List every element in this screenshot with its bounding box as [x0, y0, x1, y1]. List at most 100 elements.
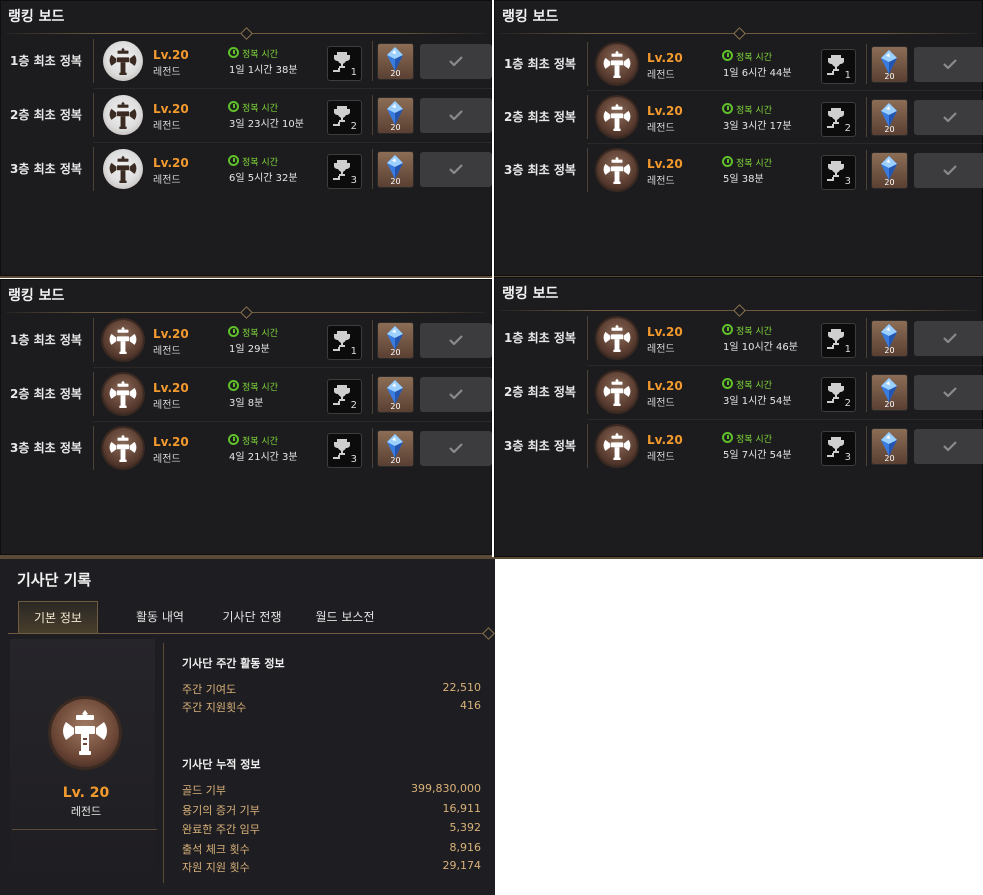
- guild-level: Lv.20: [153, 381, 189, 395]
- conquest-time-label: 정복 시간: [736, 381, 772, 391]
- tab-world-boss[interactable]: 월드 보스전: [305, 601, 385, 633]
- divider: [6, 27, 486, 40]
- ranking-row: 1층 최초 정복 Lv.20 레전드 정복 시간 1일 6시간 44분 1 20: [494, 42, 983, 86]
- clock-icon: [722, 378, 733, 389]
- guild-grade: 레전드: [153, 400, 181, 411]
- clock-icon: [228, 326, 239, 337]
- conquest-time: 5일 7시간 54분: [723, 450, 792, 461]
- guild-grade: 레전드: [153, 454, 181, 465]
- claim-check-button[interactable]: [914, 47, 983, 82]
- rank-number: 1: [350, 67, 357, 78]
- clock-icon: [228, 155, 239, 166]
- guild-emblem-icon: [51, 699, 119, 767]
- guild-level: Lv.20: [647, 157, 683, 171]
- claim-check-button[interactable]: [914, 321, 983, 356]
- clock-icon: [722, 50, 733, 61]
- claim-check-button[interactable]: [420, 431, 492, 466]
- claim-check-button[interactable]: [914, 429, 983, 464]
- conquest-time: 3일 1시간 54분: [723, 396, 792, 407]
- guild-emblem-icon: [103, 428, 143, 468]
- tab-basic-info[interactable]: 기본 정보: [18, 601, 98, 633]
- claim-check-button[interactable]: [914, 375, 983, 410]
- trophy-stairs-icon: 2: [327, 100, 362, 135]
- conquest-time-label: 정복 시간: [242, 50, 278, 60]
- trophy-stairs-icon: 3: [327, 154, 362, 189]
- rank-number: 3: [844, 452, 851, 463]
- clock-icon: [722, 324, 733, 335]
- conquest-time: 5일 38분: [723, 174, 764, 185]
- blue-crystal-icon[interactable]: 20: [378, 152, 413, 187]
- stat-value: 399,830,000: [411, 782, 481, 795]
- divider: [500, 27, 977, 40]
- claim-check-button[interactable]: [420, 152, 492, 187]
- claim-check-button[interactable]: [914, 100, 983, 135]
- guild-grade: 레전드: [153, 121, 181, 132]
- ranking-row: 2층 최초 정복 Lv.20 레전드 정복 시간 3일 3시간 17분 2 20: [494, 95, 983, 139]
- weekly-activity-title: 기사단 주간 활동 정보: [182, 657, 285, 670]
- guild-grade: 레전드: [647, 398, 675, 409]
- claim-check-button[interactable]: [914, 153, 983, 188]
- tab-activity-history[interactable]: 활동 내역: [120, 601, 200, 633]
- guild-grade: 레전드: [647, 123, 675, 134]
- conquest-time: 1일 10시간 46분: [723, 342, 798, 353]
- stat-label: 출석 체크 횟수: [182, 843, 250, 856]
- guild-emblem-icon: [103, 320, 143, 360]
- guild-emblem-icon: [103, 95, 143, 135]
- ranking-row: 2층 최초 정복 Lv.20 레전드 정복 시간 3일 1시간 54분 2 20: [494, 370, 983, 414]
- panel-title: 랭킹 보드: [8, 288, 65, 304]
- blue-crystal-icon[interactable]: 20: [872, 429, 907, 464]
- guild-level: Lv.20: [647, 104, 683, 118]
- ranking-board-panel-2: 랭킹 보드 1층 최초 정복 Lv.20 레전드 정복 시간 1일 6시간 44분 1 20…: [494, 0, 983, 278]
- trophy-stairs-icon: 1: [327, 325, 362, 360]
- guild-level: Lv.20: [153, 48, 189, 62]
- claim-check-button[interactable]: [420, 323, 492, 358]
- panel-title: 랭킹 보드: [502, 286, 559, 302]
- blue-crystal-icon[interactable]: 20: [378, 44, 413, 79]
- ranking-row: 3층 최초 정복 Lv.20 레전드 정복 시간 5일 7시간 54분 3 20: [494, 424, 983, 468]
- blue-crystal-icon[interactable]: 20: [872, 375, 907, 410]
- conquest-time-label: 정복 시간: [736, 327, 772, 337]
- guild-level: Lv.20: [153, 327, 189, 341]
- stat-label: 주간 기여도: [182, 683, 237, 696]
- blue-crystal-icon[interactable]: 20: [378, 377, 413, 412]
- stat-value: 22,510: [442, 681, 482, 694]
- ranking-row: 3층 최초 정복 Lv.20 레전드 정복 시간 5일 38분 3 20: [494, 148, 983, 192]
- stat-label: 자원 지원 횟수: [182, 861, 250, 874]
- blue-crystal-icon[interactable]: 20: [872, 153, 907, 188]
- conquest-time-label: 정복 시간: [736, 159, 772, 169]
- conquest-time-label: 정복 시간: [736, 106, 772, 116]
- floor-label: 2층 최초 정복: [10, 387, 82, 401]
- claim-check-button[interactable]: [420, 44, 492, 79]
- rank-number: 1: [350, 346, 357, 357]
- clock-icon: [722, 432, 733, 443]
- guild-emblem-icon: [597, 318, 637, 358]
- claim-check-button[interactable]: [420, 98, 492, 133]
- blue-crystal-icon[interactable]: 20: [378, 323, 413, 358]
- conquest-time: 3일 8분: [229, 398, 264, 409]
- blue-crystal-icon[interactable]: 20: [378, 98, 413, 133]
- conquest-time: 3일 3시간 17분: [723, 121, 792, 132]
- blue-crystal-icon[interactable]: 20: [872, 47, 907, 82]
- stat-label: 용기의 증거 기부: [182, 804, 260, 817]
- clock-icon: [722, 103, 733, 114]
- panel-title: 랭킹 보드: [502, 9, 559, 25]
- guild-grade: 레전드: [647, 70, 675, 81]
- stat-value: 416: [460, 699, 481, 712]
- tab-guild-war[interactable]: 기사단 전쟁: [212, 601, 292, 633]
- blue-crystal-icon[interactable]: 20: [378, 431, 413, 466]
- ranking-row: 1층 최초 정복 Lv.20 레전드 정복 시간 1일 29분 1 20: [0, 318, 492, 362]
- floor-label: 3층 최초 정복: [10, 162, 82, 176]
- guild-emblem-icon: [597, 426, 637, 466]
- trophy-stairs-icon: 3: [327, 433, 362, 468]
- claim-check-button[interactable]: [420, 377, 492, 412]
- reward-count: 20: [390, 69, 401, 78]
- stat-value: 5,392: [449, 821, 482, 834]
- guild-level: Lv. 20: [62, 785, 110, 801]
- reward-count: 20: [390, 402, 401, 411]
- blue-crystal-icon[interactable]: 20: [872, 321, 907, 356]
- conquest-time-label: 정복 시간: [242, 329, 278, 339]
- blue-crystal-icon[interactable]: 20: [872, 100, 907, 135]
- rank-number: 3: [844, 176, 851, 187]
- trophy-stairs-icon: 3: [821, 431, 856, 466]
- clock-icon: [228, 101, 239, 112]
